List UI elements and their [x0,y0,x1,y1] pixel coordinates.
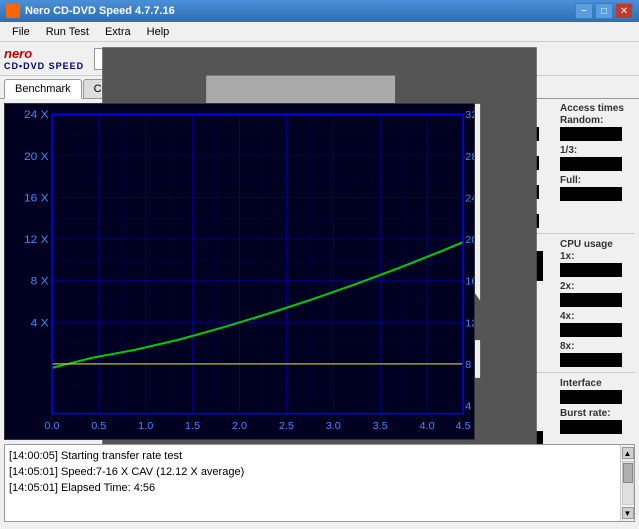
svg-text:12: 12 [465,318,474,330]
svg-text:24 X: 24 X [24,110,49,122]
scroll-thumb[interactable] [623,463,633,483]
toolbar: nero CD•DVD SPEED [0:0] ATAPI iHAS124 B … [0,42,639,76]
log-line-2: [14:05:01] Elapsed Time: 4:56 [9,480,616,496]
log-scrollbar[interactable]: ▲ ▼ [620,445,634,521]
svg-text:32: 32 [465,110,474,122]
log-line-0: [14:00:05] Starting transfer rate test [9,448,616,464]
svg-text:3.0: 3.0 [326,420,341,432]
svg-text:1.5: 1.5 [185,420,200,432]
svg-text:20: 20 [465,234,474,246]
svg-text:24: 24 [465,193,474,205]
svg-text:4 X: 4 X [31,318,49,330]
save-icon[interactable] [316,48,340,70]
svg-text:0.5: 0.5 [91,420,106,432]
svg-text:2.5: 2.5 [279,420,294,432]
log-content: [14:00:05] Starting transfer rate test [… [5,445,620,521]
svg-text:12 X: 12 X [24,234,49,246]
log-line-1: [14:05:01] Speed:7-16 X CAV (12.12 X ave… [9,464,616,480]
svg-text:4.0: 4.0 [420,420,435,432]
scroll-track[interactable] [622,461,634,505]
svg-text:8: 8 [465,359,471,371]
svg-text:3.5: 3.5 [373,420,388,432]
scroll-down-arrow[interactable]: ▼ [622,507,634,519]
svg-text:8 X: 8 X [31,276,49,288]
svg-text:16: 16 [465,276,474,288]
svg-text:2.0: 2.0 [232,420,247,432]
svg-text:4: 4 [465,401,471,413]
svg-text:28: 28 [465,151,474,163]
svg-text:16 X: 16 X [24,193,49,205]
scroll-up-arrow[interactable]: ▲ [622,447,634,459]
svg-text:4.5: 4.5 [456,420,471,432]
chart-area: 24 X 20 X 16 X 12 X 8 X 4 X 32 28 24 20 … [4,103,475,440]
svg-text:1.0: 1.0 [138,420,153,432]
svg-text:20 X: 20 X [24,151,49,163]
svg-text:0.0: 0.0 [44,420,59,432]
log-area: [14:00:05] Starting transfer rate test [… [4,444,635,522]
chart-svg: 24 X 20 X 16 X 12 X 8 X 4 X 32 28 24 20 … [5,104,474,439]
tab-benchmark[interactable]: Benchmark [4,79,82,99]
